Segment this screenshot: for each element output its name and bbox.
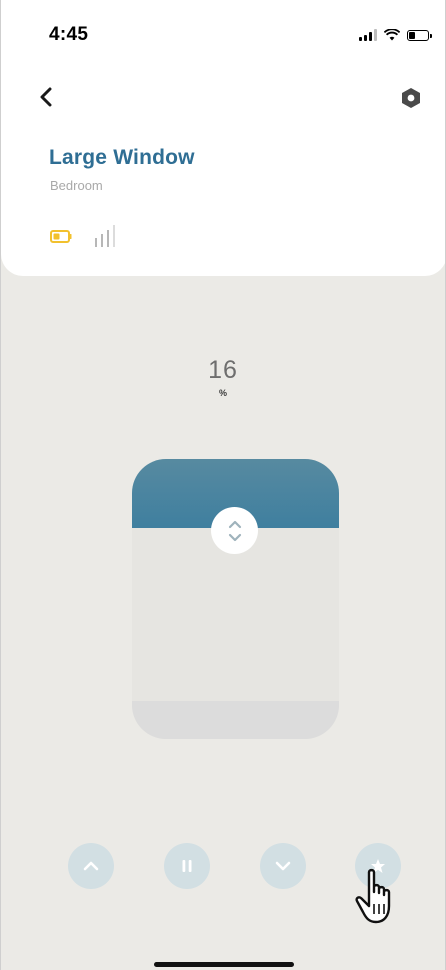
status-bar: 4:45 [1, 0, 445, 60]
open-up-button[interactable] [68, 843, 114, 889]
shade-position-slider[interactable] [132, 459, 339, 739]
signal-strength-icon [95, 225, 115, 247]
status-battery-icon [407, 29, 432, 41]
back-button[interactable] [31, 82, 61, 112]
chevron-up-icon [83, 861, 99, 871]
close-down-button[interactable] [260, 843, 306, 889]
pause-icon [182, 860, 192, 872]
home-indicator[interactable] [154, 962, 294, 967]
settings-button[interactable] [397, 84, 425, 112]
chevron-left-icon [40, 87, 52, 107]
settings-hexagon-icon [402, 88, 420, 108]
star-icon [371, 859, 385, 873]
wifi-icon [384, 29, 400, 41]
cellular-signal-icon [359, 29, 377, 41]
shade-position-unit: % [218, 388, 227, 398]
battery-low-icon [50, 230, 72, 243]
status-battery-level [409, 31, 415, 39]
pause-button[interactable] [164, 843, 210, 889]
shade-position-value: 16 [208, 356, 238, 384]
status-icons [359, 27, 432, 43]
device-name: Large Window [49, 146, 195, 169]
up-down-arrows-icon [228, 520, 241, 541]
app-screen: 4:45 Large Window Bedroom 16 % [0, 0, 446, 970]
device-header-card: 4:45 Large Window Bedroom [1, 0, 445, 276]
device-room: Bedroom [50, 178, 103, 193]
favorite-position-button[interactable] [355, 843, 401, 889]
chevron-down-icon [275, 861, 291, 871]
shade-sill [132, 701, 339, 739]
shade-drag-handle[interactable] [211, 507, 258, 554]
shade-controls [1, 843, 445, 889]
status-time: 4:45 [49, 24, 89, 45]
